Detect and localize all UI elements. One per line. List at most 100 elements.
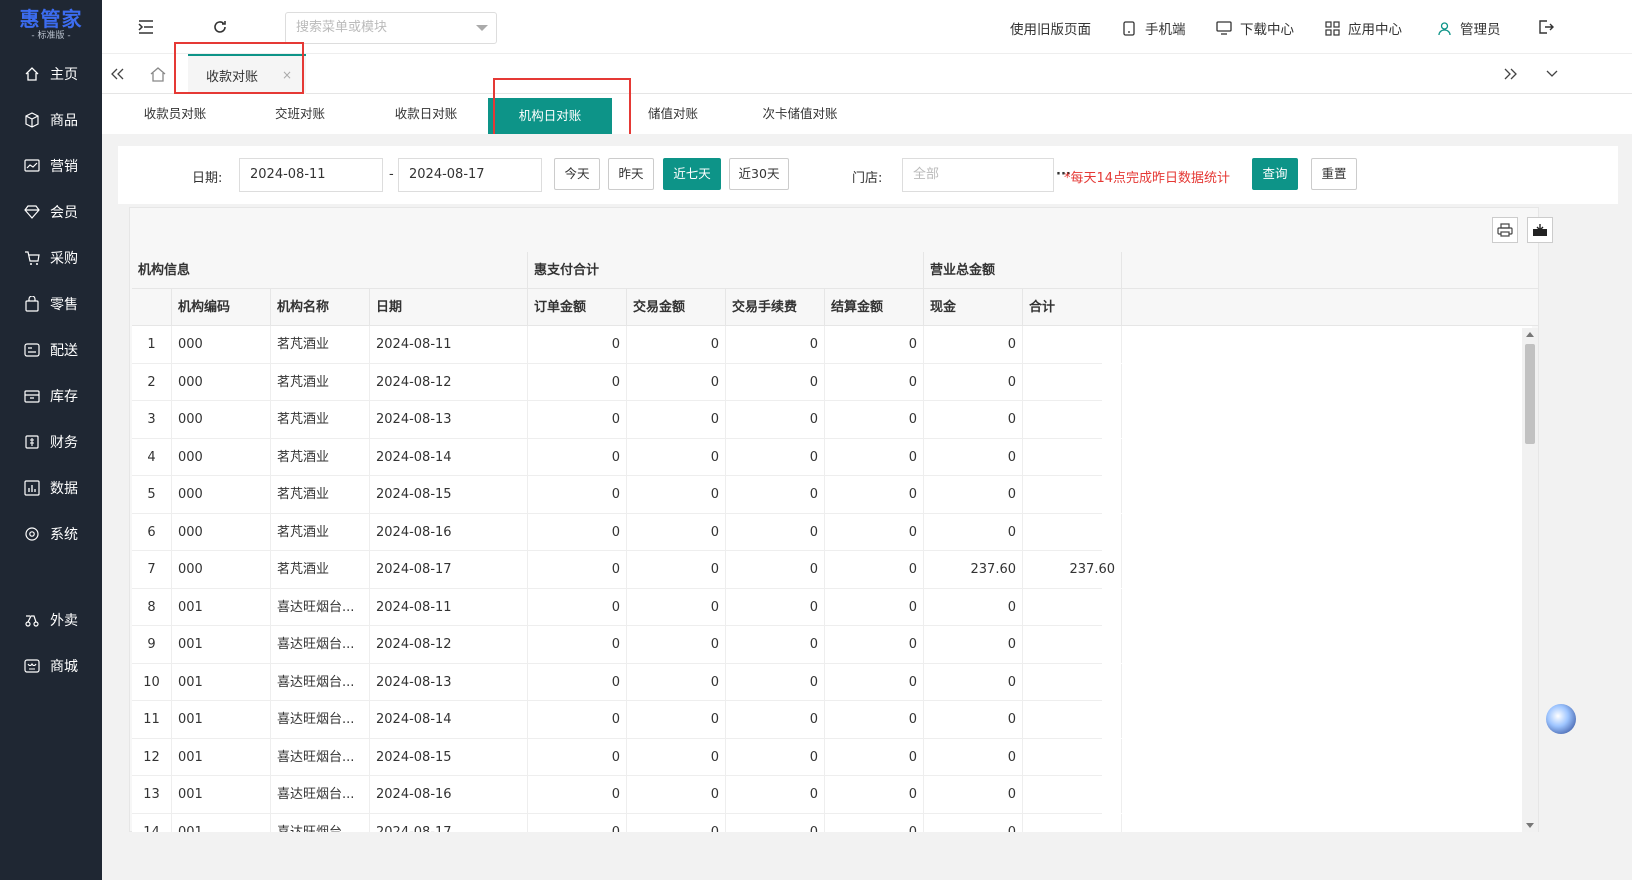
cell-index: 3 (132, 401, 172, 438)
table-row[interactable]: 4 000 茗芃酒业 2024-08-14 0 0 0 0 0 (132, 438, 1122, 476)
end-date-input[interactable]: 2024-08-17 (398, 158, 542, 192)
cell-index: 13 (132, 776, 172, 813)
cell-total (1023, 476, 1122, 513)
query-button[interactable]: 查询 (1252, 158, 1298, 190)
user-name: 管理员 (1460, 22, 1501, 38)
app-center-link[interactable]: 应用中心 (1324, 18, 1402, 38)
sidebar-item-2[interactable]: 营销 (0, 146, 102, 186)
table-row[interactable]: 6 000 茗芃酒业 2024-08-16 0 0 0 0 0 (132, 513, 1122, 551)
cell-settle: 0 (825, 776, 924, 813)
tabs-dropdown-icon[interactable] (1542, 64, 1562, 84)
cell-fee: 0 (726, 363, 825, 401)
sidebar-item-label: 配送 (50, 343, 78, 359)
start-date-input[interactable]: 2024-08-11 (239, 158, 383, 192)
scroll-up-icon[interactable] (1526, 332, 1534, 337)
menu-collapse-icon[interactable] (136, 17, 156, 37)
subtab-1[interactable]: 交班对账 (260, 94, 340, 134)
cell-total (1023, 401, 1122, 438)
old-page-link[interactable]: 使用旧版页面 (1010, 18, 1091, 38)
subtab-4[interactable]: 储值对账 (628, 94, 718, 134)
table-row[interactable]: 3 000 茗芃酒业 2024-08-13 0 0 0 0 0 (132, 401, 1122, 439)
col-total[interactable]: 合计 (1023, 289, 1122, 326)
table-row[interactable]: 11 001 喜达旺烟台... 2024-08-14 0 0 0 0 0 (132, 701, 1122, 739)
home-icon (24, 66, 40, 82)
user-menu[interactable]: 管理员 (1436, 18, 1501, 38)
col-name[interactable]: 机构名称 (271, 289, 370, 326)
col-fee[interactable]: 交易手续费 (726, 289, 825, 326)
cell-date: 2024-08-15 (370, 738, 528, 776)
cell-total (1023, 626, 1122, 663)
brand-edition: - 标准版 - (31, 31, 71, 41)
table-row[interactable]: 10 001 喜达旺烟台... 2024-08-13 0 0 0 0 0 (132, 663, 1122, 701)
scroll-down-icon[interactable] (1526, 823, 1534, 828)
table-row[interactable]: 13 001 喜达旺烟台... 2024-08-16 0 0 0 0 0 (132, 776, 1122, 814)
col-order-amount[interactable]: 订单金额 (528, 289, 627, 326)
tabs-scroll-right-icon[interactable] (1500, 64, 1520, 84)
sidebar-item-8[interactable]: 财务 (0, 422, 102, 462)
sidebar-item-3[interactable]: 会员 (0, 192, 102, 232)
cell-settle: 0 (825, 738, 924, 776)
col-trade-amount[interactable]: 交易金额 (627, 289, 726, 326)
col-cash[interactable]: 现金 (924, 289, 1023, 326)
apps-grid-icon (1324, 20, 1340, 36)
scroll-thumb[interactable] (1525, 344, 1535, 444)
subtab-2[interactable]: 收款日对账 (378, 94, 474, 134)
table-row[interactable]: 8 001 喜达旺烟台... 2024-08-11 0 0 0 0 0 (132, 588, 1122, 626)
today-button[interactable]: 今天 (554, 158, 600, 190)
sidebar-item-label: 库存 (50, 389, 78, 405)
export-icon[interactable] (1527, 217, 1553, 243)
sidebar-item-label: 商品 (50, 113, 78, 129)
statistics-notice: *每天14点完成昨日数据统计 (1064, 171, 1231, 186)
col-date[interactable]: 日期 (370, 289, 528, 326)
table-row[interactable]: 1 000 茗芃酒业 2024-08-11 0 0 0 0 0 (132, 326, 1122, 364)
sidebar-item-10[interactable]: 系统 (0, 514, 102, 554)
yesterday-button[interactable]: 昨天 (608, 158, 654, 190)
subtab-5[interactable]: 次卡储值对账 (742, 94, 858, 134)
cell-code: 001 (172, 738, 271, 776)
store-select[interactable]: 全部 (902, 158, 1054, 192)
cell-fee: 0 (726, 513, 825, 551)
cell-index: 12 (132, 738, 172, 776)
sidebar-item-label: 零售 (50, 297, 78, 313)
sidebar-item-4[interactable]: 采购 (0, 238, 102, 278)
vertical-scrollbar[interactable] (1522, 328, 1538, 832)
reset-button[interactable]: 重置 (1311, 158, 1357, 190)
download-center-link[interactable]: 下载中心 (1216, 18, 1294, 38)
sidebar-item-0[interactable]: 主页 (0, 54, 102, 94)
table-row[interactable]: 12 001 喜达旺烟台... 2024-08-15 0 0 0 0 0 (132, 738, 1122, 776)
home-tab-icon[interactable] (148, 64, 168, 84)
table-row[interactable]: 7 000 茗芃酒业 2024-08-17 0 0 0 0 237.60 237.60 (132, 551, 1122, 589)
cell-code: 001 (172, 626, 271, 663)
sidebar-item-1[interactable]: 商品 (0, 100, 102, 140)
cell-name: 喜达旺烟台... (271, 701, 370, 738)
refresh-icon[interactable] (210, 17, 230, 37)
last-7-days-button[interactable]: 近七天 (663, 158, 721, 190)
sidebar: 惠管家 - 标准版 - 主页商品营销会员采购零售配送库存财务数据系统外卖商城 (0, 0, 102, 880)
col-settle[interactable]: 结算金额 (825, 289, 924, 326)
last-30-days-button[interactable]: 近30天 (729, 158, 789, 190)
print-icon[interactable] (1492, 217, 1518, 243)
subtab-0[interactable]: 收款员对账 (132, 94, 218, 134)
cell-index: 5 (132, 476, 172, 513)
table-row[interactable]: 9 001 喜达旺烟台... 2024-08-12 0 0 0 0 0 (132, 626, 1122, 664)
cell-total (1023, 326, 1122, 363)
cell-order-amount: 0 (528, 626, 627, 663)
menu-search-select[interactable]: 搜索菜单或模块 (285, 12, 497, 44)
sidebar-item-label: 数据 (50, 481, 78, 497)
col-code[interactable]: 机构编码 (172, 289, 271, 326)
table-row[interactable]: 2 000 茗芃酒业 2024-08-12 0 0 0 0 0 (132, 363, 1122, 401)
tabs-scroll-left-icon[interactable] (108, 64, 128, 84)
sidebar-item-7[interactable]: 库存 (0, 376, 102, 416)
table-row[interactable]: 14 001 喜达旺烟台... 2024-08-17 0 0 0 0 0 (132, 813, 1122, 832)
floating-assistant-icon[interactable] (1546, 704, 1576, 734)
table-row[interactable]: 5 000 茗芃酒业 2024-08-15 0 0 0 0 0 (132, 476, 1122, 514)
sidebar-item-12[interactable]: 商城 (0, 646, 102, 686)
mobile-link[interactable]: 手机端 (1121, 18, 1186, 38)
brand-logo[interactable]: 惠管家 - 标准版 - (0, 0, 102, 50)
cell-order-amount: 0 (528, 663, 627, 701)
sidebar-item-6[interactable]: 配送 (0, 330, 102, 370)
logout-icon[interactable] (1536, 17, 1556, 37)
sidebar-item-9[interactable]: 数据 (0, 468, 102, 508)
sidebar-item-5[interactable]: 零售 (0, 284, 102, 324)
sidebar-item-11[interactable]: 外卖 (0, 600, 102, 640)
